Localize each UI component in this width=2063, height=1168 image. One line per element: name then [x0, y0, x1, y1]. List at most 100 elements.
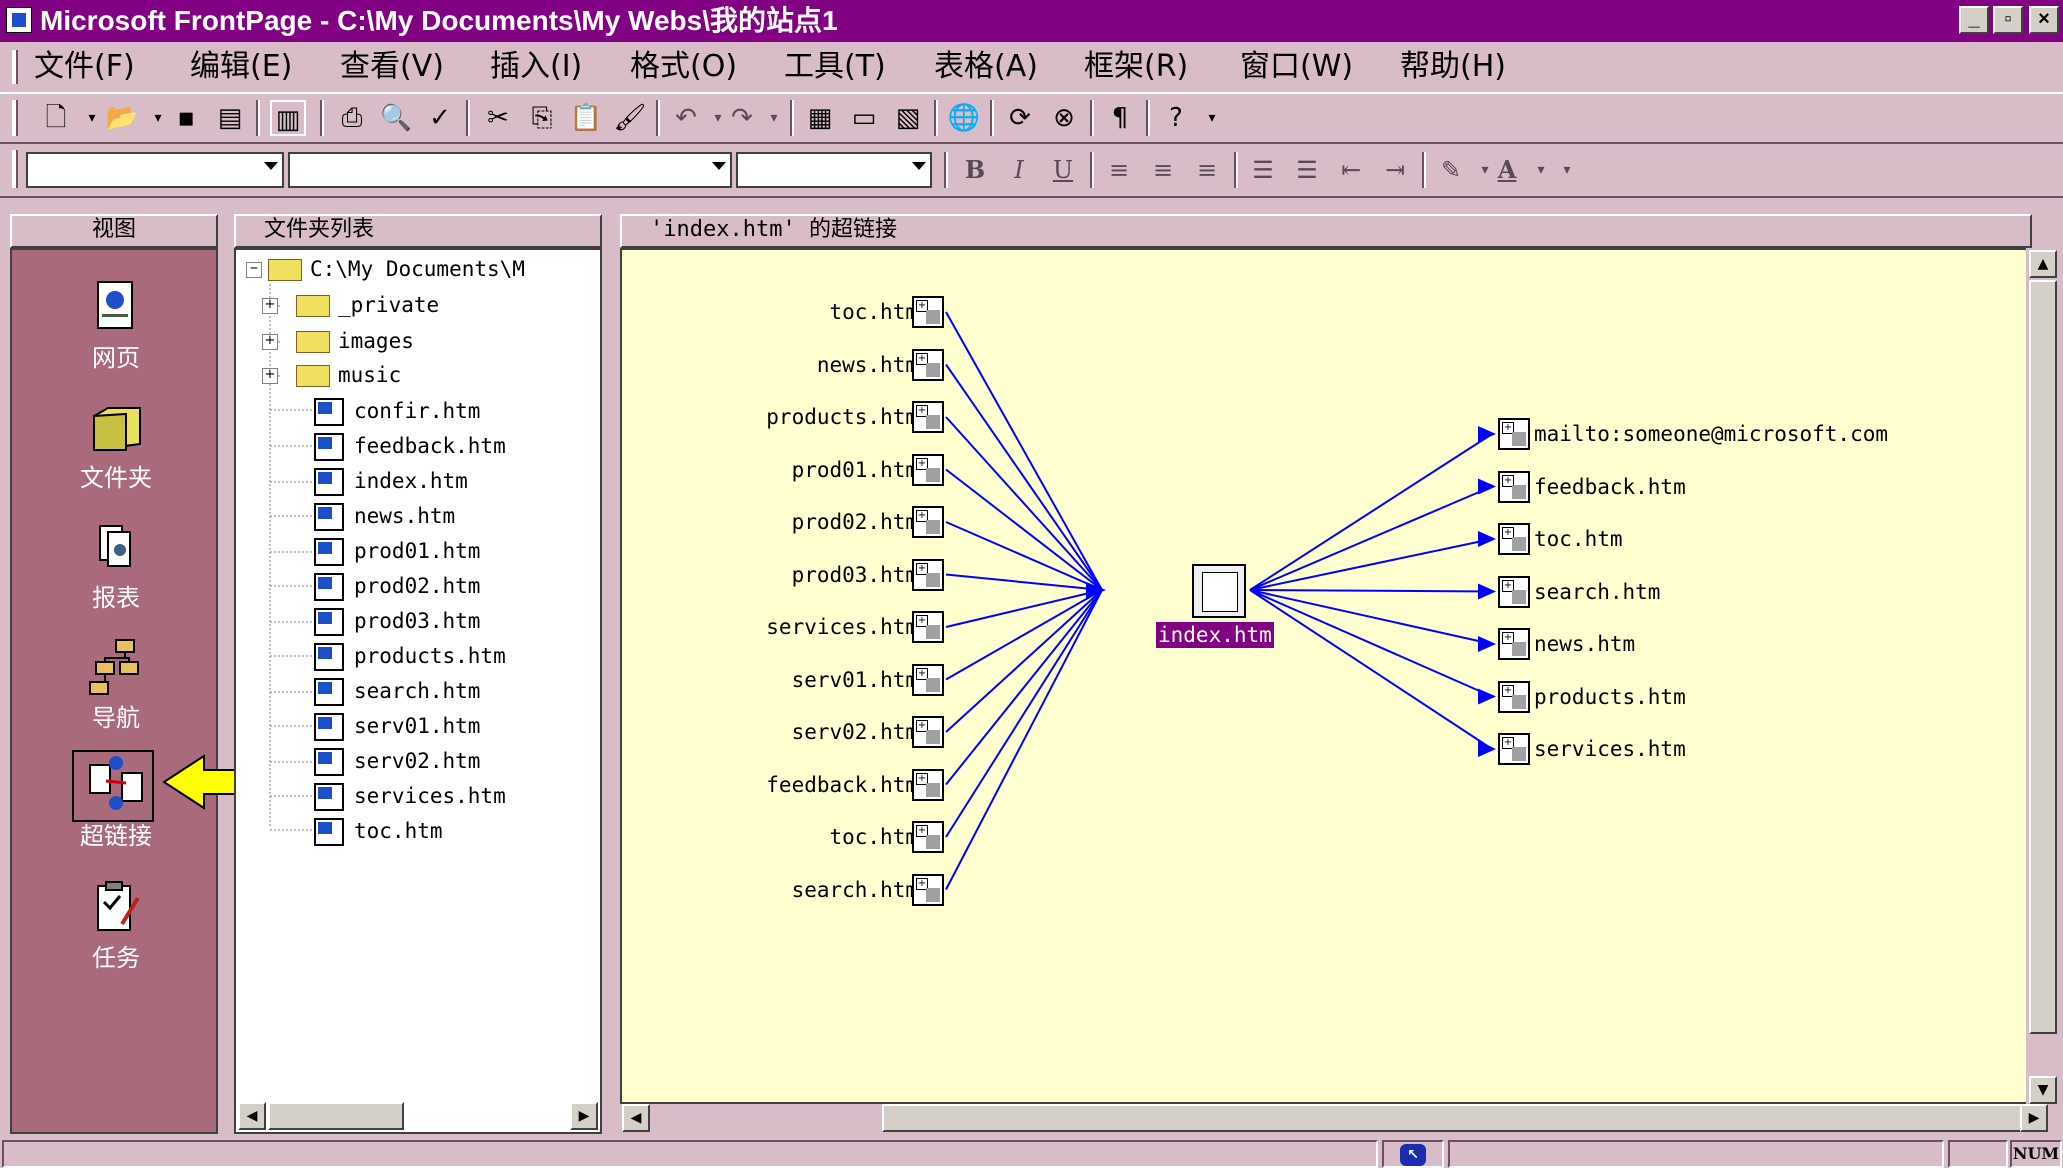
scroll-down-button[interactable]: ▼ — [2029, 1076, 2057, 1104]
scroll-left-button[interactable]: ◀ — [238, 1102, 266, 1130]
new-page-icon[interactable]: 🗋 — [38, 100, 74, 136]
expand-icon[interactable]: + — [262, 368, 278, 384]
format-painter-icon[interactable]: 🖌 — [612, 100, 648, 136]
format-toolbar-grip[interactable] — [12, 150, 18, 188]
menu-format[interactable]: 格式(O) — [630, 50, 737, 84]
tree-file[interactable]: index.htm — [314, 468, 468, 496]
tree-file[interactable]: prod02.htm — [314, 573, 480, 601]
scroll-left-button[interactable]: ◀ — [622, 1104, 650, 1132]
insert-picture-icon[interactable]: ▧ — [890, 100, 926, 136]
menu-tools[interactable]: 工具(T) — [784, 50, 886, 84]
undo-icon[interactable]: ↶ — [668, 100, 704, 136]
view-navigation[interactable]: 导航 — [12, 638, 220, 733]
highlight-icon[interactable]: ✎ — [1434, 152, 1468, 188]
toolbar-options-icon[interactable]: ▾ — [1194, 100, 1230, 136]
increase-indent-icon[interactable]: ⇥ — [1378, 152, 1412, 188]
scroll-up-button[interactable]: ▲ — [2029, 250, 2057, 278]
horizontal-scrollbar[interactable]: ◀ ▶ — [620, 1104, 2060, 1134]
incoming-page-icon[interactable]: + — [912, 768, 944, 801]
tree-file[interactable]: serv01.htm — [314, 713, 480, 741]
menu-view[interactable]: 查看(V) — [340, 50, 444, 84]
font-size-combo[interactable] — [736, 152, 932, 188]
view-reports[interactable]: 报表 — [12, 518, 220, 613]
tree-file[interactable]: search.htm — [314, 678, 480, 706]
insert-table-icon[interactable]: ▭ — [846, 100, 882, 136]
tree-file[interactable]: products.htm — [314, 643, 506, 671]
copy-icon[interactable]: ⎘ — [524, 100, 560, 136]
paste-icon[interactable]: 📋 — [568, 100, 604, 136]
view-page[interactable]: 网页 — [12, 278, 220, 373]
expand-icon[interactable]: + — [262, 334, 278, 350]
close-button[interactable]: × — [2029, 6, 2059, 34]
tree-file[interactable]: feedback.htm — [314, 433, 506, 461]
redo-icon[interactable]: ↷ — [724, 100, 760, 136]
outgoing-page-icon[interactable]: + — [1498, 575, 1530, 608]
view-folders[interactable]: 文件夹 — [12, 398, 220, 493]
stop-icon[interactable]: ⊗ — [1046, 100, 1082, 136]
print-icon[interactable]: ⎙ — [334, 100, 370, 136]
font-combo[interactable] — [288, 152, 732, 188]
title-bar[interactable]: Microsoft FrontPage - C:\My Documents\My… — [0, 0, 2063, 42]
refresh-icon[interactable]: ⟳ — [1002, 100, 1038, 136]
cut-icon[interactable]: ✂ — [480, 100, 516, 136]
menu-file[interactable]: 文件(F) — [34, 50, 135, 84]
incoming-page-icon[interactable]: + — [912, 348, 944, 381]
spelling-icon[interactable]: ✓ — [422, 100, 458, 136]
scroll-thumb[interactable] — [268, 1102, 404, 1130]
center-page-icon[interactable] — [1192, 564, 1246, 618]
bulleted-list-icon[interactable]: ☰ — [1290, 152, 1324, 188]
menu-edit[interactable]: 编辑(E) — [190, 50, 292, 84]
menu-frames[interactable]: 框架(R) — [1084, 50, 1188, 84]
collapse-icon[interactable]: − — [246, 262, 262, 278]
incoming-page-icon[interactable]: + — [912, 506, 944, 538]
menu-window[interactable]: 窗口(W) — [1240, 50, 1353, 84]
tree-file[interactable]: prod01.htm — [314, 538, 480, 566]
numbered-list-icon[interactable]: ☰ — [1246, 152, 1280, 188]
hyperlink-icon[interactable]: 🌐 — [946, 100, 982, 136]
frontpage-app-icon[interactable] — [6, 7, 32, 33]
scroll-thumb[interactable] — [2029, 280, 2057, 1034]
tree-folder[interactable]: _private — [296, 292, 439, 318]
tree-folder[interactable]: images — [296, 328, 414, 354]
vertical-scrollbar[interactable]: ▲ ▼ — [2026, 248, 2060, 1108]
tree-file[interactable]: toc.htm — [314, 818, 443, 846]
align-right-icon[interactable]: ≡ — [1190, 152, 1224, 188]
mail-link-icon[interactable]: + — [1498, 418, 1530, 450]
incoming-page-icon[interactable]: + — [912, 453, 944, 486]
align-left-icon[interactable]: ≡ — [1102, 152, 1136, 188]
incoming-page-icon[interactable]: + — [912, 611, 944, 643]
scroll-right-button[interactable]: ▶ — [2020, 1104, 2048, 1132]
incoming-page-icon[interactable]: + — [912, 873, 944, 906]
tree-file[interactable]: prod03.htm — [314, 608, 480, 636]
incoming-page-icon[interactable]: + — [912, 821, 944, 853]
outgoing-page-icon[interactable]: + — [1498, 680, 1530, 713]
tree-root[interactable]: − C:\My Documents\M — [246, 256, 525, 282]
incoming-page-icon[interactable]: + — [912, 716, 944, 748]
menu-insert[interactable]: 插入(I) — [490, 50, 582, 84]
align-center-icon[interactable]: ≡ — [1146, 152, 1180, 188]
minimize-button[interactable]: _ — [1959, 6, 1989, 34]
underline-button[interactable]: U — [1046, 152, 1080, 188]
bold-button[interactable]: B — [958, 152, 992, 188]
menu-table[interactable]: 表格(A) — [934, 50, 1038, 84]
font-color-button[interactable]: A — [1490, 152, 1524, 188]
incoming-page-icon[interactable]: + — [912, 663, 944, 696]
toolbar-grip[interactable] — [12, 100, 18, 136]
outgoing-page-icon[interactable]: + — [1498, 628, 1530, 660]
hyperlinks-canvas[interactable]: toc.htm + news.htm + products.htm + prod01.htm… — [620, 248, 2032, 1104]
outgoing-page-icon[interactable]: + — [1498, 733, 1530, 765]
tree-file[interactable]: serv02.htm — [314, 748, 480, 776]
folder-list-toggle-icon[interactable]: ▥ — [270, 100, 306, 136]
save-icon[interactable]: ▪ — [168, 100, 204, 136]
menu-help[interactable]: 帮助(H) — [1400, 50, 1506, 84]
insert-component-icon[interactable]: ▦ — [802, 100, 838, 136]
center-node-label[interactable]: index.htm — [1156, 622, 1274, 648]
toolbar-options-icon[interactable]: ▾ — [1550, 152, 1584, 188]
tree-folder[interactable]: music — [296, 362, 401, 388]
outgoing-page-icon[interactable]: + — [1498, 470, 1530, 503]
incoming-page-icon[interactable]: + — [912, 558, 944, 591]
scroll-right-button[interactable]: ▶ — [570, 1102, 598, 1130]
tree-file[interactable]: news.htm — [314, 503, 455, 531]
redo-dropdown-icon[interactable]: ▾ — [756, 100, 792, 136]
menu-grip[interactable] — [12, 50, 18, 84]
